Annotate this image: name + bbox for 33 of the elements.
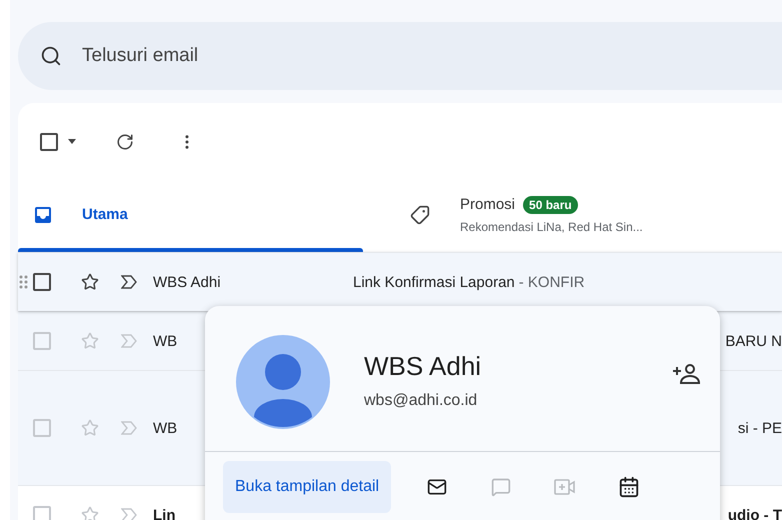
inbox-tab[interactable]: Promosi 50 baru Rekomendasi LiNa, Red Hat Sin... [363,180,693,252]
drag-handle-icon[interactable] [19,274,29,290]
inbox-icon [34,206,52,224]
new-count-badge: 50 baru [523,196,578,214]
contact-name: WBS Adhi [364,351,482,382]
email-row[interactable]: WBS Adhi Link Konfirmasi Laporan - KONFIR [18,252,782,311]
chat-icon [491,477,512,497]
tab-subtitle: Rekomendasi LiNa, Red Hat Sin... [460,220,643,234]
sender-name: WB [153,420,178,436]
email-snippet: - KONFIR [518,274,585,290]
avatar-icon [236,335,330,429]
calendar-icon [618,476,640,498]
tab-label: Promosi [460,196,516,213]
email-subject: BARU N [725,332,782,350]
search-icon [40,45,62,67]
caret-icon[interactable] [68,139,76,144]
video-add-icon [554,478,576,496]
email-subject: udio - T [728,506,782,520]
sender-name: WB [153,332,178,350]
open-detail-button[interactable]: Buka tampilan detail [223,461,392,513]
search-bar[interactable]: Telusuri email [18,22,782,90]
inbox-tab[interactable]: Utama [18,180,363,252]
mail-icon [427,477,448,497]
email-subject: Link Konfirmasi Laporan [353,274,515,290]
tag-icon [410,204,430,224]
refresh-icon[interactable] [116,132,134,150]
contact-email: wbs@adhi.co.id [364,392,478,410]
search-field[interactable]: Telusuri email [80,44,484,68]
email-subject: si - PE [738,420,782,436]
sender-name: Lin [153,506,176,520]
sender-name: WBS Adhi [153,274,222,290]
important-marker-icon[interactable] [121,275,137,289]
add-contact-icon[interactable] [672,363,700,385]
